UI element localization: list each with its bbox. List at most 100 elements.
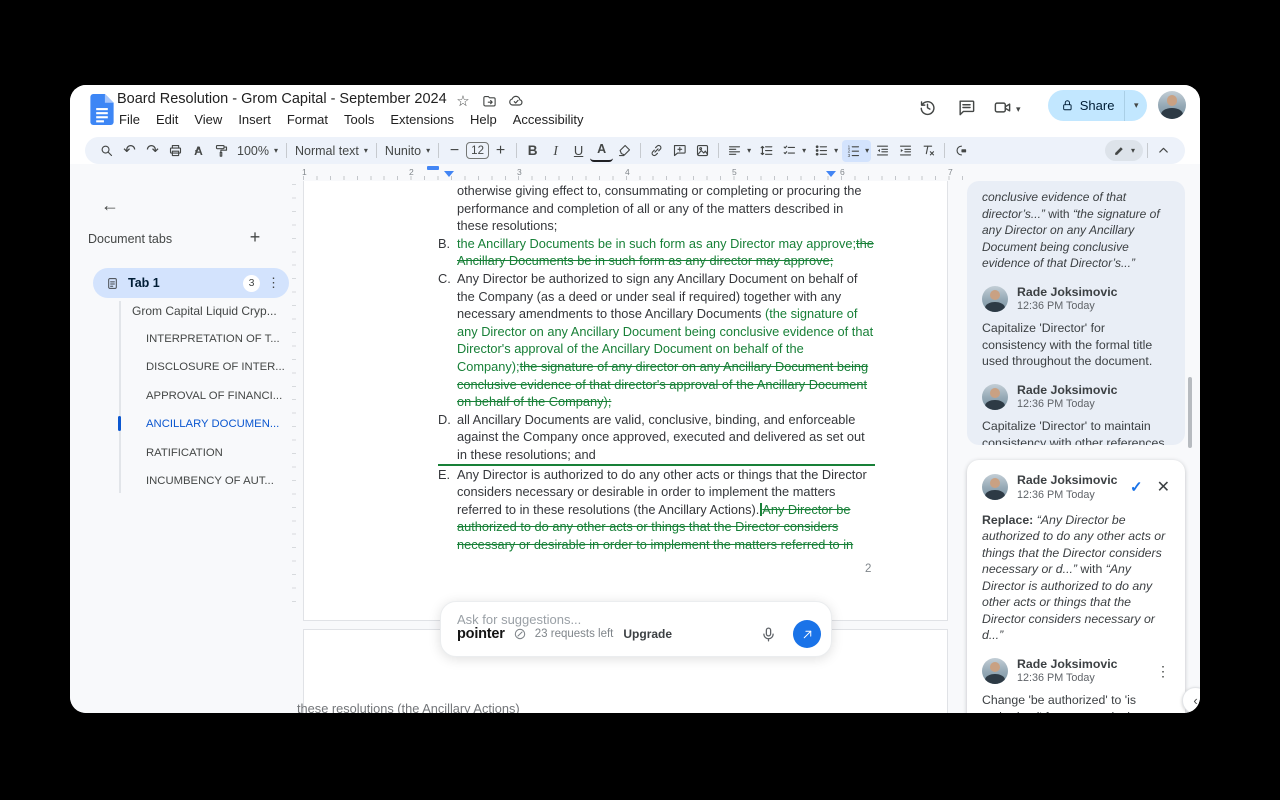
outline-item-interpretation[interactable]: INTERPRETATION OF T... bbox=[146, 333, 280, 345]
send-button[interactable] bbox=[793, 620, 821, 648]
comment-timestamp: 12:36 PM Today bbox=[1017, 398, 1117, 411]
pointer-logo: pointer bbox=[457, 626, 505, 642]
numbered-list-button-active[interactable]: 123 ▾ bbox=[842, 140, 871, 162]
suggestion-card-director-capitalization[interactable]: conclusive evidence of that director’s..… bbox=[967, 181, 1185, 445]
star-icon[interactable]: ☆ bbox=[454, 92, 472, 110]
clear-formatting-icon[interactable] bbox=[917, 140, 940, 162]
redo-icon[interactable]: ↷ bbox=[141, 140, 164, 162]
docs-logo-icon[interactable] bbox=[90, 94, 114, 130]
menu-view[interactable]: View bbox=[192, 111, 224, 128]
outline-item-heading[interactable]: Grom Capital Liquid Cryp... bbox=[132, 304, 277, 318]
menu-help[interactable]: Help bbox=[468, 111, 499, 128]
insert-image-icon[interactable] bbox=[691, 140, 714, 162]
undo-icon[interactable]: ↶ bbox=[118, 140, 141, 162]
bulleted-list-icon[interactable]: ▾ bbox=[810, 140, 842, 162]
comment-text: Capitalize 'Director' to maintain consis… bbox=[982, 418, 1170, 445]
menu-tools[interactable]: Tools bbox=[342, 111, 376, 128]
menu-format[interactable]: Format bbox=[285, 111, 330, 128]
share-dropdown-icon[interactable]: ▾ bbox=[1125, 100, 1147, 111]
list-item-e-focused-suggestion[interactable]: E. Any Director is authorized to do any … bbox=[438, 464, 875, 554]
first-line-indent-marker[interactable] bbox=[427, 166, 439, 170]
checklist-icon[interactable]: ▾ bbox=[778, 140, 810, 162]
right-indent-marker[interactable] bbox=[826, 171, 836, 177]
horizontal-ruler[interactable]: 1 2 3 4 5 6 7 bbox=[303, 169, 963, 181]
account-avatar[interactable] bbox=[1158, 91, 1186, 119]
cloud-status-icon[interactable] bbox=[507, 92, 525, 110]
search-menus-icon[interactable] bbox=[95, 140, 118, 162]
list-marker-c: C. bbox=[438, 270, 457, 411]
page-options-icon[interactable] bbox=[949, 140, 972, 162]
font-select[interactable]: Nunito▾ bbox=[381, 140, 434, 162]
decrease-indent-icon[interactable] bbox=[871, 140, 894, 162]
active-suggestion-card[interactable]: Rade Joksimovic 12:36 PM Today ✓ ✕ Repla… bbox=[967, 460, 1185, 713]
comment[interactable]: Rade Joksimovic 12:36 PM Today Capitaliz… bbox=[982, 285, 1170, 370]
tab-options-icon[interactable]: ⋮ bbox=[267, 275, 280, 291]
underline-button[interactable]: U bbox=[567, 140, 590, 162]
paragraph-style-select[interactable]: Normal text▾ bbox=[291, 140, 372, 162]
menu-edit[interactable]: Edit bbox=[154, 111, 180, 128]
menu-extensions[interactable]: Extensions bbox=[388, 111, 456, 128]
video-call-dropdown-icon[interactable]: ▾ bbox=[1016, 104, 1021, 115]
list-marker-d: D. bbox=[438, 411, 457, 464]
commenter-avatar bbox=[982, 474, 1008, 500]
accept-suggestion-icon[interactable]: ✓ bbox=[1130, 478, 1143, 496]
align-icon[interactable]: ▾ bbox=[723, 140, 755, 162]
decrease-font-size-button[interactable]: − bbox=[443, 140, 466, 162]
bold-button[interactable]: B bbox=[521, 140, 544, 162]
document-body-text[interactable]: otherwise giving effect to, consummating… bbox=[438, 182, 875, 553]
commenter-avatar bbox=[982, 384, 1008, 410]
editing-mode-button[interactable]: ▾ bbox=[1105, 140, 1143, 161]
hide-menus-icon[interactable] bbox=[1152, 140, 1175, 162]
list-item-d[interactable]: D. all Ancillary Documents are valid, co… bbox=[438, 411, 875, 464]
outline-item-incumbency[interactable]: INCUMBENCY OF AUT... bbox=[146, 475, 274, 487]
line-spacing-icon[interactable] bbox=[755, 140, 778, 162]
italic-button[interactable]: I bbox=[544, 140, 567, 162]
font-size-input[interactable]: 12 bbox=[466, 142, 489, 159]
document-title[interactable]: Board Resolution - Grom Capital - Septem… bbox=[117, 91, 447, 107]
outline-item-disclosure[interactable]: DISCLOSURE OF INTER... bbox=[146, 361, 285, 373]
back-arrow-icon[interactable]: ← bbox=[98, 193, 122, 217]
increase-indent-icon[interactable] bbox=[894, 140, 917, 162]
outline-item-ancillary-active[interactable]: ANCILLARY DOCUMEN... bbox=[146, 418, 279, 430]
move-folder-icon[interactable] bbox=[480, 92, 498, 110]
comment-history-icon[interactable] bbox=[954, 95, 978, 119]
comment-options-icon[interactable]: ⋮ bbox=[1156, 663, 1170, 680]
print-icon[interactable] bbox=[164, 140, 187, 162]
next-page-clipped-text: these resolutions (the Ancillary Actions… bbox=[297, 701, 520, 713]
mic-icon[interactable] bbox=[760, 626, 777, 643]
body-text: all Ancillary Documents are valid, concl… bbox=[457, 412, 865, 462]
paint-format-icon[interactable] bbox=[210, 140, 233, 162]
replace-quote: Replace: “Any Director be authorized to … bbox=[982, 512, 1170, 644]
add-comment-icon[interactable] bbox=[668, 140, 691, 162]
comment[interactable]: Rade Joksimovic 12:36 PM Today ⋮ Change … bbox=[982, 657, 1170, 713]
spell-check-icon[interactable]: A✓ bbox=[187, 140, 210, 162]
tab-1-item[interactable]: Tab 1 3 ⋮ bbox=[93, 268, 289, 298]
increase-font-size-button[interactable]: + bbox=[489, 140, 512, 162]
video-call-icon[interactable] bbox=[990, 95, 1014, 119]
pointer-assistant-bar[interactable]: Ask for suggestions... pointer 23 reques… bbox=[440, 601, 832, 657]
insert-link-icon[interactable] bbox=[645, 140, 668, 162]
reject-suggestion-icon[interactable]: ✕ bbox=[1157, 477, 1170, 497]
outline-item-ratification[interactable]: RATIFICATION bbox=[146, 447, 223, 459]
list-item-b[interactable]: B. the Ancillary Documents be in such fo… bbox=[438, 235, 875, 270]
paragraph-continuation[interactable]: otherwise giving effect to, consummating… bbox=[457, 182, 875, 235]
comment[interactable]: Rade Joksimovic 12:36 PM Today Capitaliz… bbox=[982, 383, 1170, 445]
formatting-toolbar: ↶ ↷ A✓ 100%▾ Normal text▾ Nunito▾ − 12 +… bbox=[85, 137, 1185, 164]
add-tab-icon[interactable]: + bbox=[244, 226, 266, 248]
menu-file[interactable]: File bbox=[117, 111, 142, 128]
outline-item-approval[interactable]: APPROVAL OF FINANCI... bbox=[146, 390, 282, 402]
menu-accessibility[interactable]: Accessibility bbox=[511, 111, 586, 128]
left-indent-marker[interactable] bbox=[444, 171, 454, 177]
list-item-c[interactable]: C. Any Director be authorized to sign an… bbox=[438, 270, 875, 411]
menu-insert[interactable]: Insert bbox=[236, 111, 273, 128]
share-button[interactable]: Share ▾ bbox=[1048, 90, 1147, 121]
collapse-sidebar-button[interactable]: ‹ bbox=[1182, 687, 1200, 713]
text-color-button[interactable]: A bbox=[590, 140, 613, 162]
highlight-color-icon[interactable] bbox=[613, 140, 636, 162]
numbered-list-dropdown-icon[interactable]: ▾ bbox=[865, 146, 869, 155]
sidebar-scrollbar[interactable] bbox=[1188, 377, 1192, 448]
list-marker-e: E. bbox=[438, 466, 457, 554]
version-history-icon[interactable] bbox=[915, 95, 939, 119]
upgrade-link[interactable]: Upgrade bbox=[623, 627, 672, 641]
zoom-select[interactable]: 100%▾ bbox=[233, 140, 282, 162]
